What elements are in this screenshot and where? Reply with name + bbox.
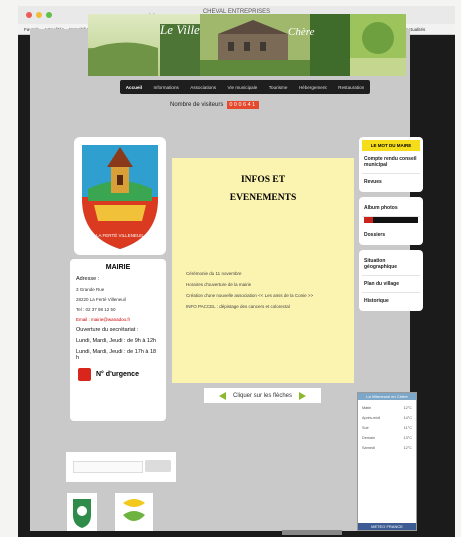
album-preview[interactable]	[364, 217, 418, 223]
weather-temp: 13°C	[403, 436, 412, 440]
hours-line: Lundi, Mardi, Jeudi : de 9h à 12h	[76, 338, 157, 344]
main-nav: Accueil Informations Associations Vie mu…	[120, 80, 370, 94]
sidebar-item[interactable]: Dossiers	[362, 227, 420, 243]
weather-period: Samedi	[362, 446, 375, 450]
news-item[interactable]: Horaires d'ouverture de la mairie	[186, 282, 340, 287]
weather-temp: 12°C	[403, 406, 412, 410]
nav-item[interactable]: Tourisme	[269, 85, 288, 90]
urgence-link[interactable]: N° d'urgence	[78, 368, 158, 381]
sidebar-item[interactable]: Revues	[362, 174, 420, 190]
news-item[interactable]: INFO PACCEL : dépistage des cancers et c…	[186, 304, 340, 309]
right-group: Situation géographique Plan du village H…	[359, 250, 423, 311]
address-line: 3 Grande Rue	[76, 287, 105, 292]
visitor-label: Nombre de visiteurs	[170, 102, 224, 108]
right-sidebar: LE MOT DU MAIRE Compte rendu conseil mun…	[359, 137, 423, 316]
email-link[interactable]: Email : mairie@wanadoo.fr	[76, 317, 160, 322]
right-group: Album photos Dossiers	[359, 197, 423, 245]
search-box	[66, 452, 176, 482]
nav-item[interactable]: Restauration	[338, 85, 364, 90]
weather-period: Demain	[362, 436, 376, 440]
nav-item[interactable]: Vie municipale	[228, 85, 258, 90]
counter-digits: 000641	[227, 101, 259, 109]
mairie-panel: MAIRIE Adresse : 3 Grande Rue 28220 La F…	[70, 259, 166, 421]
right-group: LE MOT DU MAIRE Compte rendu conseil mun…	[359, 137, 423, 192]
nav-item-accueil[interactable]: Accueil	[126, 85, 142, 90]
mot-du-maire-banner[interactable]: LE MOT DU MAIRE	[362, 140, 420, 151]
news-item[interactable]: Création d'une nouvelle association << L…	[186, 293, 340, 298]
address-line: 28220 La Ferté Villeneuil	[76, 297, 126, 302]
visitor-counter: Nombre de visiteurs 000641	[170, 101, 259, 109]
urgence-label: N° d'urgence	[96, 371, 139, 378]
weather-temp: 12°C	[403, 446, 412, 450]
header-banner: Le Ville Chère	[88, 14, 406, 76]
weather-temp: 11°C	[403, 426, 412, 430]
weather-temp: 14°C	[403, 416, 412, 420]
partner-logo[interactable]	[115, 493, 153, 531]
sidebar-item[interactable]: Historique	[362, 293, 420, 309]
sidebar-item[interactable]: Situation géographique	[362, 253, 420, 276]
hours-title: Ouverture du secrétariat :	[76, 327, 139, 333]
search-input[interactable]	[73, 461, 143, 473]
news-panel: INFOS ET EVENEMENTS Cérémonie du 11 nove…	[172, 158, 354, 383]
nav-item[interactable]: Associations	[190, 85, 216, 90]
crest-caption: LA FERTÉ VILLENEUIL	[96, 233, 144, 238]
fiches-nav: Cliquer sur les flèches	[204, 388, 321, 403]
address-label: Adresse :	[76, 276, 100, 282]
arrow-right-icon[interactable]	[299, 391, 307, 400]
banner-right-text: Chère	[288, 26, 315, 38]
news-title: INFOS ET	[240, 175, 286, 185]
search-button[interactable]	[145, 460, 171, 472]
village-crest: LA FERTÉ VILLENEUIL	[74, 137, 166, 255]
weather-row: Après-midi 14°C	[362, 416, 412, 420]
arrow-left-icon[interactable]	[218, 391, 226, 400]
weather-footer[interactable]: METEO FRANCE	[358, 523, 416, 530]
nav-item[interactable]: Hébergement	[299, 85, 327, 90]
weather-row: Samedi 12°C	[362, 446, 412, 450]
weather-row: Demain 13°C	[362, 436, 412, 440]
nav-item[interactable]: Informations	[154, 85, 179, 90]
hours-line: Lundi, Mardi, Jeudi : de 17h à 18 h	[76, 349, 157, 361]
emergency-icon	[78, 368, 91, 381]
news-item[interactable]: Cérémonie du 11 novembre	[186, 271, 340, 276]
news-title: EVENEMENTS	[229, 193, 297, 203]
weather-period: Soir	[362, 426, 369, 430]
weather-period: Matin	[362, 406, 372, 410]
partner-logo[interactable]	[67, 493, 97, 531]
sidebar-item[interactable]: Album photos	[362, 200, 420, 217]
sidebar-item[interactable]: Compte rendu conseil municipal	[362, 151, 420, 174]
fiches-label: Cliquer sur les flèches	[232, 392, 293, 399]
weather-header: La Villeneuve en Chère	[358, 393, 416, 400]
sidebar-item[interactable]: Plan du village	[362, 276, 420, 293]
phone-number[interactable]: Tel : 02 37 98 12 50	[76, 307, 160, 312]
weather-row: Soir 11°C	[362, 426, 412, 430]
weather-period: Après-midi	[362, 416, 381, 420]
weather-widget: La Villeneuve en Chère Matin 12°C Après-m…	[357, 392, 417, 531]
weather-row: Matin 12°C	[362, 406, 412, 410]
banner-left-text: Le Ville	[160, 22, 200, 37]
status-bar	[282, 530, 342, 535]
mairie-title: MAIRIE	[105, 264, 131, 271]
